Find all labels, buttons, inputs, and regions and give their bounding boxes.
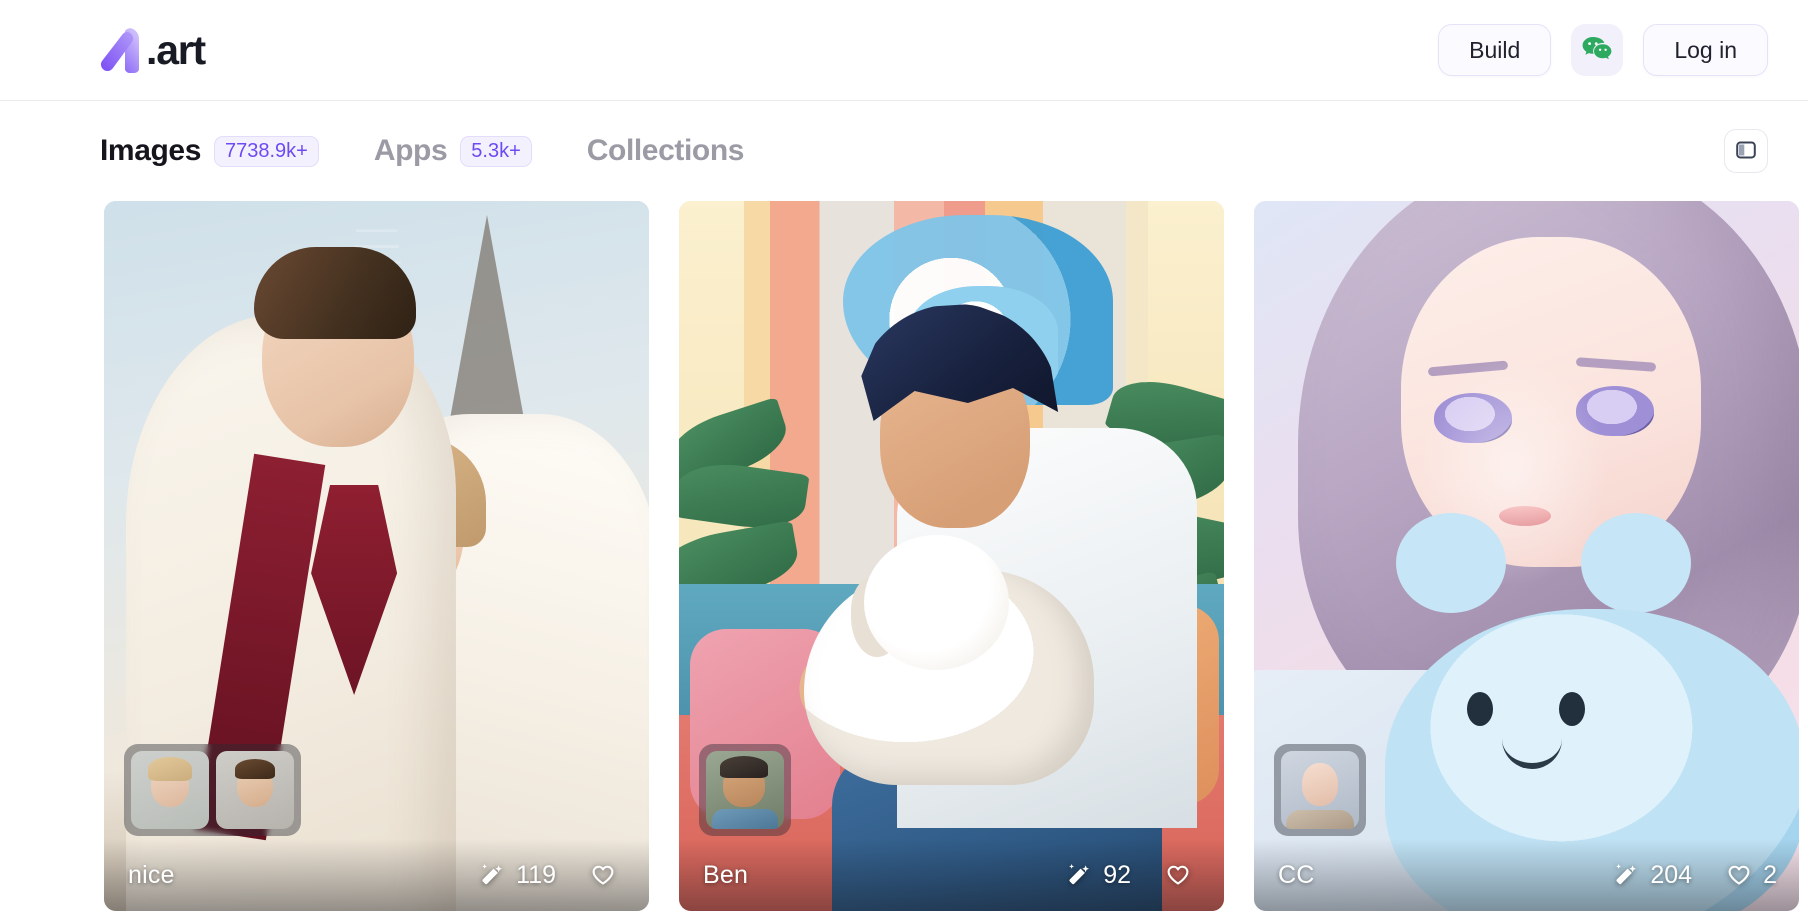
face-chip[interactable] xyxy=(706,751,784,829)
login-button[interactable]: Log in xyxy=(1643,24,1768,76)
image-grid: nice 119 Ben 92 CC 204 2 xyxy=(0,201,1808,911)
generation-count[interactable]: 119 xyxy=(479,861,556,890)
like-button[interactable] xyxy=(1165,862,1202,888)
generation-count-value: 204 xyxy=(1650,860,1693,889)
wechat-button[interactable] xyxy=(1571,24,1624,76)
tab-list: Images 7738.9k+ Apps 5.3k+ Collections xyxy=(100,134,744,168)
content-navbar: Images 7738.9k+ Apps 5.3k+ Collections xyxy=(0,101,1808,201)
card-footer: nice 119 xyxy=(104,839,649,911)
generation-count[interactable]: 204 xyxy=(1613,861,1692,890)
card-title: CC xyxy=(1278,860,1315,889)
like-button[interactable]: 2 xyxy=(1726,861,1777,890)
site-header: .art Build Log in xyxy=(0,0,1808,101)
panel-toggle-button[interactable] xyxy=(1724,129,1768,173)
face-chip[interactable] xyxy=(216,751,294,829)
heart-outline-icon xyxy=(590,862,616,888)
card-footer: Ben 92 xyxy=(679,839,1224,911)
image-card[interactable]: CC 204 2 xyxy=(1254,201,1799,911)
heart-outline-icon xyxy=(1165,862,1191,888)
magic-wand-icon xyxy=(1613,862,1639,888)
image-card[interactable]: Ben 92 xyxy=(679,201,1224,911)
card-title: nice xyxy=(128,860,175,889)
reference-face-chips[interactable] xyxy=(1274,744,1366,836)
build-button[interactable]: Build xyxy=(1438,24,1552,76)
card-stats: 92 xyxy=(1066,861,1202,890)
like-button[interactable] xyxy=(590,862,627,888)
tab-images[interactable]: Images 7738.9k+ xyxy=(100,134,319,168)
wechat-icon xyxy=(1582,36,1612,65)
a-art-logo-icon xyxy=(100,27,144,73)
tab-apps[interactable]: Apps 5.3k+ xyxy=(374,134,532,168)
reference-face-chips[interactable] xyxy=(699,744,791,836)
tab-collections-label: Collections xyxy=(586,134,745,167)
like-count-value: 2 xyxy=(1763,860,1777,889)
tab-apps-count: 5.3k+ xyxy=(460,135,532,167)
tab-collections[interactable]: Collections xyxy=(586,134,745,168)
magic-wand-icon xyxy=(1066,862,1092,888)
tab-images-label: Images xyxy=(100,134,201,167)
tab-images-count: 7738.9k+ xyxy=(214,135,319,167)
generation-count-value: 92 xyxy=(1103,860,1131,889)
generation-count-value: 119 xyxy=(516,860,556,889)
tab-apps-label: Apps xyxy=(373,134,448,167)
card-title: Ben xyxy=(703,860,749,889)
header-actions: Build Log in xyxy=(1438,24,1768,76)
sidebar-panel-toggle-icon xyxy=(1735,139,1757,164)
logo[interactable]: .art xyxy=(100,26,206,73)
heart-outline-icon xyxy=(1726,862,1752,888)
reference-face-chips[interactable] xyxy=(124,744,301,836)
generation-count[interactable]: 92 xyxy=(1066,861,1131,890)
card-stats: 119 xyxy=(479,861,627,890)
face-chip[interactable] xyxy=(1281,751,1359,829)
image-card[interactable]: nice 119 xyxy=(104,201,649,911)
card-stats: 204 2 xyxy=(1613,861,1777,890)
card-footer: CC 204 2 xyxy=(1254,839,1799,911)
logo-text: .art xyxy=(146,26,206,73)
face-chip[interactable] xyxy=(131,751,209,829)
magic-wand-icon xyxy=(479,862,505,888)
